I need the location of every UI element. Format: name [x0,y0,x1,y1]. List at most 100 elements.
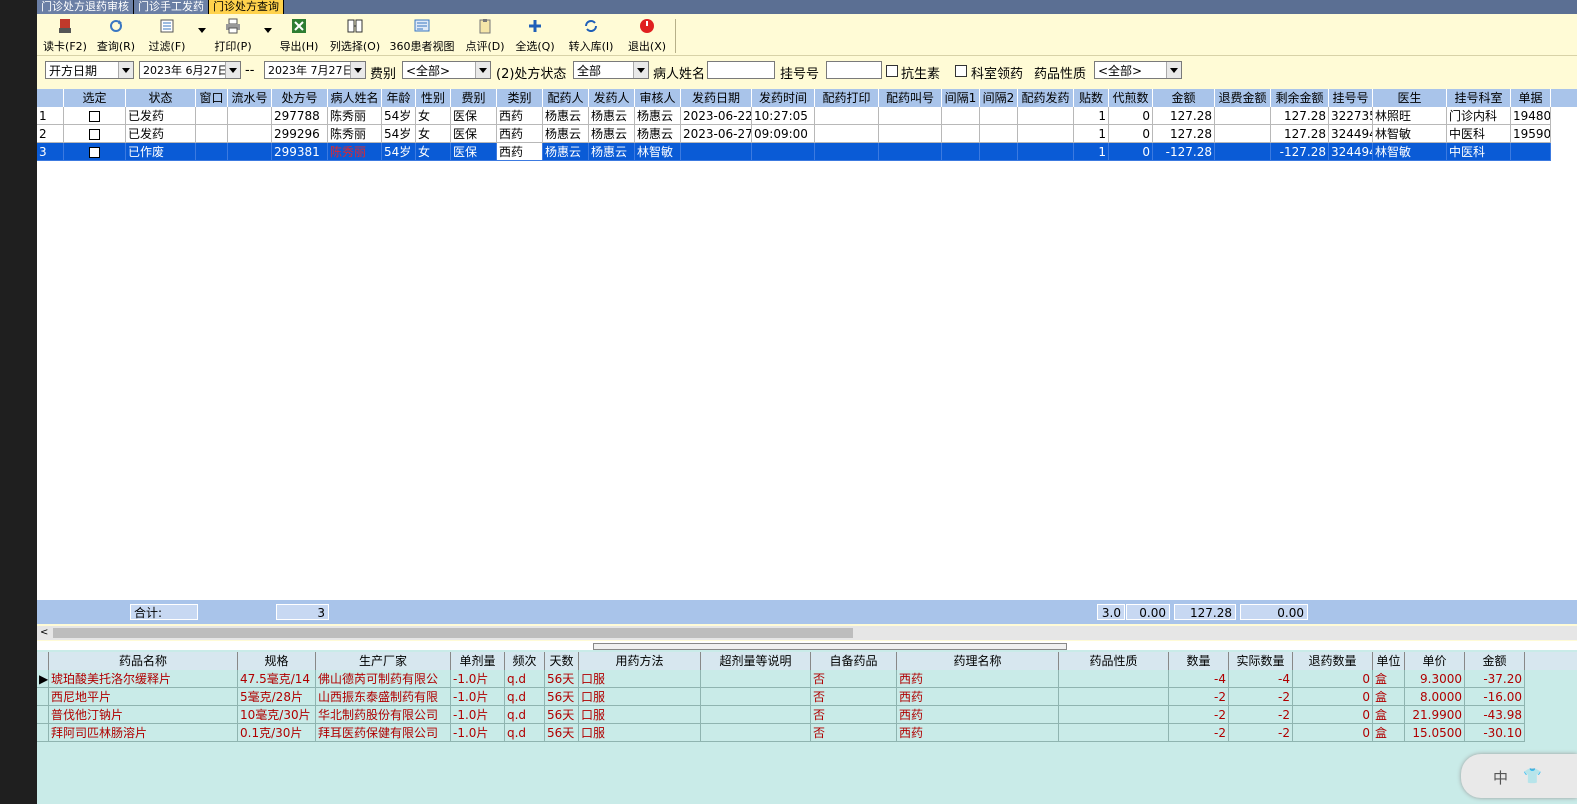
table-cell[interactable] [701,670,811,688]
table-cell[interactable]: 47.5毫克/14 [238,670,316,688]
table-cell[interactable]: 299381 [272,143,328,161]
table-cell[interactable] [980,143,1018,161]
table-cell[interactable] [980,125,1018,143]
column-header[interactable]: 配药打印 [815,89,879,107]
column-header[interactable]: 剩余金额 [1271,89,1329,107]
table-cell[interactable]: q.d [505,706,545,724]
table-cell[interactable]: 杨惠云 [589,143,635,161]
table-cell[interactable]: 拜耳医药保健有限公司 [316,724,451,742]
table-cell[interactable] [942,143,980,161]
table-cell[interactable]: 0 [1109,143,1153,161]
table-cell[interactable]: -2 [1169,688,1229,706]
table-cell[interactable]: 佛山德芮可制药有限公 [316,670,451,688]
table-cell[interactable]: 拜阿司匹林肠溶片 [49,724,238,742]
table-cell[interactable]: -1.0片 [451,724,505,742]
table-cell[interactable]: 1 [1074,143,1109,161]
table-cell[interactable]: 19480 [1511,107,1551,125]
table-cell[interactable]: 口服 [579,724,701,742]
table-cell[interactable]: -43.98 [1465,706,1525,724]
table-cell[interactable]: 324494 [1329,125,1373,143]
column-header[interactable]: 贴数 [1074,89,1109,107]
table-cell[interactable]: 8.0000 [1405,688,1465,706]
tab-prescription-query[interactable]: 门诊处方查询 [209,0,284,14]
table-cell[interactable]: 0 [1293,670,1373,688]
table-cell[interactable]: 陈秀丽 [328,125,382,143]
table-cell[interactable]: -127.28 [1153,143,1215,161]
shirt-icon[interactable]: 👕 [1523,767,1542,785]
table-cell[interactable] [1059,724,1169,742]
table-cell[interactable] [815,125,879,143]
table-cell[interactable]: 15.0500 [1405,724,1465,742]
table-cell[interactable]: 西药 [897,724,1059,742]
filter-dropdown-icon[interactable] [198,28,206,33]
table-cell[interactable]: 127.28 [1271,125,1329,143]
table-cell[interactable]: 127.28 [1153,107,1215,125]
table-cell[interactable]: 西药 [897,670,1059,688]
status-select[interactable]: 全部 [573,61,649,79]
row-select-checkbox[interactable] [89,147,100,158]
table-cell[interactable]: -2 [1169,706,1229,724]
table-cell[interactable] [228,125,272,143]
table-cell[interactable]: 09:09:00 [752,125,815,143]
date-from-picker[interactable]: 2023年 6月27日 [139,61,241,79]
column-header[interactable]: 退药数量 [1293,652,1373,670]
table-cell[interactable]: 2023-06-27 [681,125,752,143]
table-cell[interactable] [1215,125,1271,143]
fee-select[interactable]: <全部> [402,61,491,79]
column-header[interactable]: 选定 [64,89,126,107]
read-card-button[interactable]: 读卡(F2) [41,18,89,54]
table-cell[interactable]: 陈秀丽 [328,107,382,125]
table-cell[interactable]: 林照旺 [1373,107,1447,125]
comment-button[interactable]: 点评(D) [463,18,507,54]
table-cell[interactable]: 56天 [545,688,579,706]
column-select-button[interactable]: 列选择(O) [329,18,381,54]
table-cell[interactable] [681,143,752,161]
column-header[interactable]: 数量 [1169,652,1229,670]
patient-name-input[interactable] [707,61,775,79]
drug-row[interactable]: 西尼地平片 5毫克/28片 山西振东泰盛制药有限 -1.0片 q.d 56天 口服 否西药 -2… [37,688,1577,706]
table-cell[interactable]: q.d [505,724,545,742]
table-cell[interactable]: 3 [37,143,64,161]
column-header[interactable]: 处方号 [272,89,328,107]
table-cell[interactable]: 1 [1074,125,1109,143]
table-cell[interactable]: -2 [1229,706,1293,724]
column-header[interactable]: 配药人 [543,89,589,107]
table-cell[interactable] [64,107,126,125]
table-cell[interactable] [1215,107,1271,125]
table-cell[interactable]: 已发药 [126,107,196,125]
table-cell[interactable] [701,724,811,742]
table-cell[interactable]: 西药 [497,107,543,125]
column-header[interactable]: 配药发药 [1018,89,1074,107]
row-indicator[interactable] [37,688,49,706]
transfer-in-button[interactable]: 转入库(I) [565,18,617,54]
table-cell[interactable]: 56天 [545,706,579,724]
table-cell[interactable]: 女 [416,143,451,161]
table-cell[interactable]: 山西振东泰盛制药有限 [316,688,451,706]
scroll-left-icon[interactable]: < [40,627,48,638]
tab-manual-dispense[interactable]: 门诊手工发药 [134,0,209,14]
column-header[interactable]: 发药日期 [681,89,752,107]
column-header[interactable]: 单剂量 [451,652,505,670]
column-header[interactable]: 窗口 [196,89,228,107]
table-cell[interactable] [228,143,272,161]
table-cell[interactable] [1059,688,1169,706]
dept-pick-checkbox[interactable] [955,65,967,77]
table-cell[interactable] [1511,143,1551,161]
column-header[interactable]: 单据 [1511,89,1551,107]
exit-button[interactable]: 退出(X) [625,18,669,54]
scrollbar-thumb[interactable] [53,628,853,638]
pane-splitter[interactable] [37,641,1577,650]
table-cell[interactable]: 琥珀酸美托洛尔缓释片 [49,670,238,688]
table-cell[interactable]: 林智敏 [635,143,681,161]
table-cell[interactable]: 华北制药股份有限公司 [316,706,451,724]
table-cell[interactable]: 54岁 [382,107,416,125]
column-header[interactable]: 间隔1 [942,89,980,107]
table-cell[interactable]: -1.0片 [451,688,505,706]
table-cell[interactable]: 盒 [1373,724,1405,742]
table-cell[interactable]: 54岁 [382,125,416,143]
row-select-checkbox[interactable] [89,111,100,122]
print-button[interactable]: 打印(P) [211,18,255,54]
table-row[interactable]: 1 已发药 297788 陈秀丽 54岁女医保 西药 杨惠云 杨惠云 杨惠云 2023-06-22… [37,107,1577,125]
column-header[interactable]: 天数 [545,652,579,670]
export-button[interactable]: 导出(H) [277,18,321,54]
